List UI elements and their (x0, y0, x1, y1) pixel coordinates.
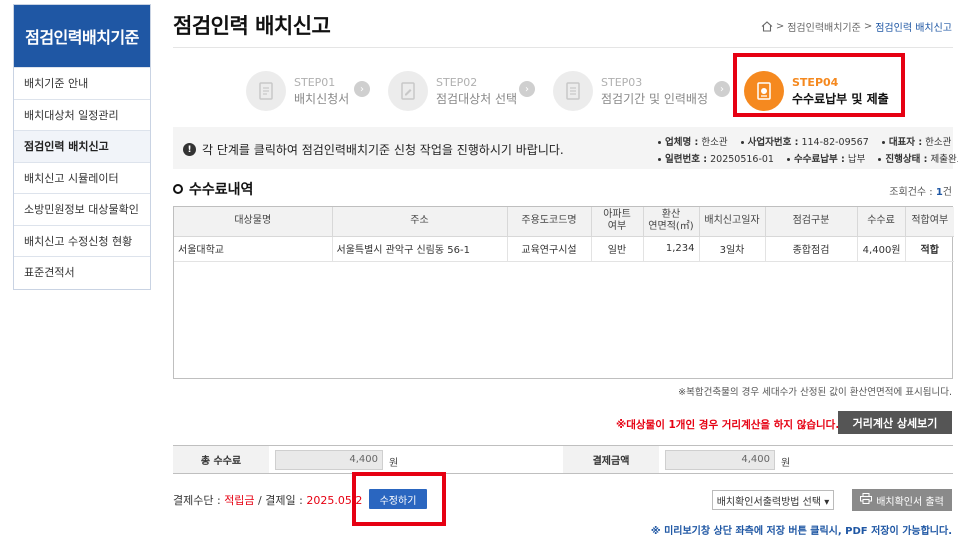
breadcrumb-sep: > (863, 21, 873, 32)
print-method-select[interactable]: 배치확인서출력방법 선택 ▾ (712, 490, 834, 510)
col-header-date: 배치신고일자 (699, 207, 766, 237)
breadcrumb-sep: > (775, 21, 785, 32)
serial-number: 20250516-01 (710, 154, 774, 165)
company-name: 한소관 (701, 137, 728, 148)
payment-method: 적립금 (224, 494, 255, 507)
highlight-box-step4 (733, 53, 905, 117)
cell-area: 1,234 (643, 236, 700, 262)
step-2[interactable]: STEP02 점검대상처 선택 (388, 68, 517, 114)
cell-date: 3일차 (699, 236, 766, 262)
sidebar-item-report[interactable]: 점검인력 배치신고 (14, 130, 150, 162)
home-icon[interactable] (761, 21, 773, 32)
info-meta-row2: 일련번호 : 20250516-01 수수료납부 : 납부 진행상태 : 제출완… (658, 151, 958, 165)
step-2-name: 점검대상처 선택 (436, 92, 518, 106)
step-1-number: STEP01 (294, 76, 336, 89)
step-2-number: STEP02 (436, 76, 478, 89)
info-message-text: 각 단계를 클릭하여 점검인력배치기준 신청 작업을 진행하시기 바랍니다. (202, 143, 564, 157)
info-bar: ! 각 단계를 클릭하여 점검인력배치기준 신청 작업을 진행하시기 바랍니다.… (173, 127, 958, 169)
cell-fee: 4,400원 (857, 236, 906, 262)
result-count: 조회건수 : 1건 (889, 187, 952, 198)
business-number: 114-82-09567 (801, 137, 869, 148)
info-message: ! 각 단계를 클릭하여 점검인력배치기준 신청 작업을 진행하시기 바랍니다. (183, 141, 564, 158)
sidebar-item-schedule[interactable]: 배치대상처 일정관리 (14, 98, 150, 130)
sidebar-item-guide[interactable]: 배치기준 안내 (14, 67, 150, 99)
sidebar-item-edit-status[interactable]: 배치신고 수정신청 현황 (14, 224, 150, 256)
fee-paid-status: 납부 (847, 154, 866, 165)
cell-usage: 교육연구시설 (507, 236, 592, 262)
sidebar-item-estimate[interactable]: 표준견적서 (14, 256, 150, 288)
distance-warning: ※대상물이 1개인 경우 거리계산을 하지 않습니다. (616, 419, 840, 431)
pdf-tip: ※ 미리보기창 상단 좌측에 저장 버튼 클릭시, PDF 저장이 가능합니다. (650, 526, 952, 537)
chevron-right-icon: › (354, 81, 370, 97)
print-confirmation-button[interactable]: 배치확인서 출력 (852, 489, 952, 511)
page-title: 점검인력 배치신고 (173, 14, 331, 38)
cell-address: 서울특별시 관악구 신림동 56-1 (332, 236, 508, 262)
chevron-right-icon: › (714, 81, 730, 97)
distance-detail-button[interactable]: 거리계산 상세보기 (838, 411, 952, 434)
col-header-suitability: 적합여부 (905, 207, 954, 237)
step-3-name: 점검기간 및 인력배정 (601, 92, 708, 106)
col-header-area: 환산 연면적(㎡) (643, 207, 700, 237)
section-title: 수수료내역 (173, 179, 253, 199)
cell-name: 서울대학교 (174, 236, 333, 262)
printer-icon (860, 493, 873, 507)
breadcrumb-item-parent[interactable]: 점검인력배치기준 (787, 19, 861, 34)
table-row[interactable]: 서울대학교 서울특별시 관악구 신림동 56-1 교육연구시설 일반 1,234… (174, 236, 954, 262)
sidebar: 점검인력배치기준 배치기준 안내 배치대상처 일정관리 점검인력 배치신고 배치… (13, 4, 151, 290)
sidebar-item-simulator[interactable]: 배치신고 시뮬레이터 (14, 161, 150, 193)
breadcrumb: > 점검인력배치기준 > 점검인력 배치신고 (761, 19, 952, 34)
ceo-name: 한소관 (925, 137, 952, 148)
total-fee-field: 4,400 (275, 450, 383, 470)
highlight-box-edit (352, 472, 446, 526)
col-header-fee: 수수료 (857, 207, 906, 237)
total-fee-label: 총 수수료 (173, 446, 269, 473)
title-divider (173, 47, 953, 48)
pay-amount-field: 4,400 (665, 450, 775, 470)
col-header-name: 대상물명 (174, 207, 333, 237)
cell-suitability: 적합 (905, 236, 954, 262)
step-3-number: STEP03 (601, 76, 643, 89)
fee-table: 대상물명 주소 주용도코드명 아파트 여부 환산 연면적(㎡) 배치신고일자 점… (173, 206, 954, 379)
edit-document-icon (388, 71, 428, 111)
sidebar-item-civil-info[interactable]: 소방민원정보 대상물확인 (14, 193, 150, 225)
payment-info: 결제수단 : 적립금 / 결제일 : 2025.05.2 (173, 494, 363, 507)
total-fee-unit: 원 (389, 458, 399, 469)
pay-amount-label: 결제금액 (563, 446, 659, 473)
step-1[interactable]: STEP01 배치신청서 (246, 68, 349, 114)
col-header-usage: 주용도코드명 (507, 207, 592, 237)
pay-amount-unit: 원 (781, 458, 791, 469)
sidebar-title: 점검인력배치기준 (14, 5, 150, 67)
fee-summary-row: 총 수수료 4,400 원 결제금액 4,400 원 (173, 445, 953, 474)
chevron-right-icon: › (519, 81, 535, 97)
cell-apartment: 일반 (591, 236, 644, 262)
info-meta-row1: 업체명 : 한소관 사업자번호 : 114-82-09567 대표자 : 한소관 (658, 134, 951, 148)
cell-type: 종합점검 (765, 236, 858, 262)
step-3[interactable]: STEP03 점검기간 및 인력배정 (553, 68, 708, 114)
col-header-apartment: 아파트 여부 (591, 207, 644, 237)
info-icon: ! (183, 143, 196, 156)
breadcrumb-item-current: 점검인력 배치신고 (875, 23, 952, 34)
progress-status: 제출완료 (930, 154, 958, 165)
step-1-name: 배치신청서 (294, 92, 350, 106)
document-icon (246, 71, 286, 111)
composite-note: ※복합건축물의 경우 세대수가 산정된 값이 환산연면적에 표시됩니다. (678, 387, 952, 398)
col-header-address: 주소 (332, 207, 508, 237)
col-header-type: 점검구분 (765, 207, 858, 237)
bullet-ring-icon (173, 184, 183, 194)
schedule-document-icon (553, 71, 593, 111)
table-header-row: 대상물명 주소 주용도코드명 아파트 여부 환산 연면적(㎡) 배치신고일자 점… (174, 207, 954, 237)
